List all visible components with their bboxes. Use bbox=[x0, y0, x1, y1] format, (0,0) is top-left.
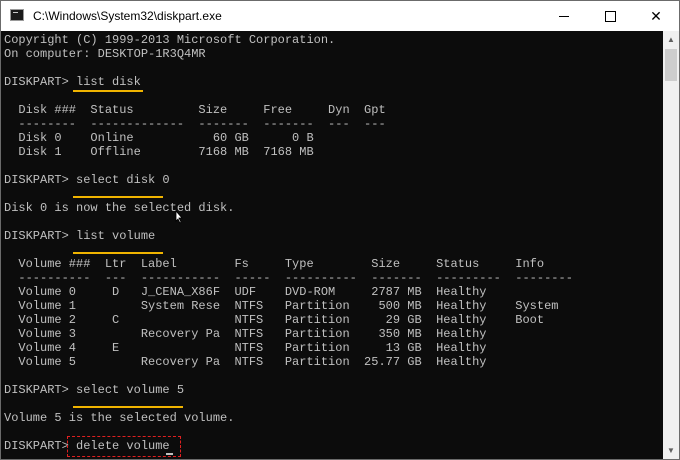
close-button[interactable]: ✕ bbox=[633, 1, 679, 31]
command-highlight-underline bbox=[73, 252, 163, 254]
console-line: DISKPART> list disk bbox=[4, 75, 141, 89]
console-line: Copyright (C) 1999-2013 Microsoft Corpor… bbox=[4, 33, 336, 47]
title-bar[interactable]: C:\Windows\System32\diskpart.exe ✕ bbox=[1, 1, 679, 31]
maximize-icon bbox=[604, 10, 616, 22]
console-app-icon bbox=[10, 9, 24, 21]
console-line: Volume 5 is the selected volume. bbox=[4, 411, 235, 425]
console-window: C:\Windows\System32\diskpart.exe ✕ Copyr… bbox=[0, 0, 680, 460]
minimize-icon bbox=[559, 15, 569, 17]
console-line: Volume 3 Recovery Pa NTFS Partition 350 … bbox=[4, 327, 487, 341]
console-line: ---------- --- ----------- ----- -------… bbox=[4, 271, 573, 285]
console-line: Disk 0 is now the selected disk. bbox=[4, 201, 235, 215]
vertical-scrollbar[interactable]: ▲ ▼ bbox=[663, 31, 679, 459]
console-line: DISKPART> select volume 5 bbox=[4, 383, 185, 397]
delete-command-highlight-box bbox=[67, 436, 181, 457]
console-line: On computer: DESKTOP-1R3Q4MR bbox=[4, 47, 206, 61]
scroll-down-icon: ▼ bbox=[667, 446, 675, 455]
console-line: Volume ### Ltr Label Fs Type Size Status… bbox=[4, 257, 545, 271]
scroll-down-button[interactable]: ▼ bbox=[663, 442, 679, 459]
text-cursor bbox=[166, 453, 173, 455]
minimize-button[interactable] bbox=[541, 1, 587, 31]
console-output[interactable]: Copyright (C) 1999-2013 Microsoft Corpor… bbox=[1, 31, 663, 459]
scroll-up-icon: ▲ bbox=[667, 35, 675, 44]
command-highlight-underline bbox=[73, 196, 163, 198]
command-highlight-underline bbox=[73, 406, 183, 408]
window-title: C:\Windows\System32\diskpart.exe bbox=[33, 9, 222, 23]
scrollbar-thumb[interactable] bbox=[665, 49, 677, 81]
maximize-button[interactable] bbox=[587, 1, 633, 31]
console-line: DISKPART> list volume bbox=[4, 229, 156, 243]
close-icon: ✕ bbox=[650, 7, 662, 24]
console-line: Disk ### Status Size Free Dyn Gpt bbox=[4, 103, 386, 117]
console-line: Volume 1 System Rese NTFS Partition 500 … bbox=[4, 299, 559, 313]
console-line: Volume 2 C NTFS Partition 29 GB Healthy … bbox=[4, 313, 545, 327]
console-line: Disk 0 Online 60 GB 0 B bbox=[4, 131, 314, 145]
console-line: -------- ------------- ------- ------- -… bbox=[4, 117, 386, 131]
console-line: Volume 5 Recovery Pa NTFS Partition 25.7… bbox=[4, 355, 487, 369]
scroll-up-button[interactable]: ▲ bbox=[663, 31, 679, 48]
mouse-cursor-icon bbox=[175, 210, 183, 224]
command-highlight-underline bbox=[73, 90, 143, 92]
console-line: Volume 0 D J_CENA_X86F UDF DVD-ROM 2787 … bbox=[4, 285, 487, 299]
console-line: DISKPART> select disk 0 bbox=[4, 173, 170, 187]
console-line: Disk 1 Offline 7168 MB 7168 MB bbox=[4, 145, 314, 159]
console-line: Volume 4 E NTFS Partition 13 GB Healthy bbox=[4, 341, 487, 355]
